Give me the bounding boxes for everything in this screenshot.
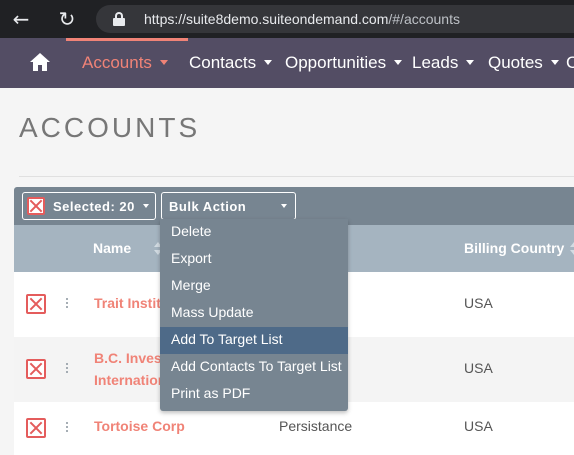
billing-country-cell: USA xyxy=(464,360,493,376)
account-name-link[interactable]: Trait Instit xyxy=(94,292,161,314)
column-header-billing-country[interactable]: Billing Country xyxy=(464,240,564,256)
reload-icon[interactable]: ↻ xyxy=(54,7,80,31)
lock-icon[interactable] xyxy=(113,12,125,26)
nav-contacts[interactable]: Contacts xyxy=(189,38,273,88)
row-checkbox[interactable] xyxy=(26,359,46,379)
menu-item-add-contacts-to-target-list[interactable]: Add Contacts To Target List xyxy=(160,354,348,381)
chevron-down-icon xyxy=(159,60,168,66)
account-name-link[interactable]: B.C. Invest Internation xyxy=(94,347,166,391)
deselect-checkbox-icon[interactable] xyxy=(27,197,45,215)
row-checkbox[interactable] xyxy=(26,418,46,438)
account-name-link[interactable]: Tortoise Corp xyxy=(94,415,185,437)
browser-toolbar: ← ↻ https://suite8demo.suiteondemand.com… xyxy=(0,0,574,38)
nav-opportunities[interactable]: Opportunities xyxy=(285,38,403,88)
chevron-down-icon xyxy=(394,60,403,66)
sort-icon[interactable] xyxy=(570,242,574,256)
selection-dropdown-button[interactable]: Selected: 20 xyxy=(22,192,156,220)
chevron-down-icon xyxy=(281,204,287,208)
nav-accounts[interactable]: Accounts xyxy=(66,38,188,88)
bulk-action-button[interactable]: Bulk Action xyxy=(161,192,296,220)
billing-country-cell: USA xyxy=(464,295,493,311)
bulk-action-label: Bulk Action xyxy=(169,199,247,214)
row-actions-kebab-icon[interactable] xyxy=(66,298,70,310)
chevron-down-icon xyxy=(264,60,273,66)
bulk-action-menu: Delete Export Merge Mass Update Add To T… xyxy=(160,219,348,411)
row-actions-kebab-icon[interactable] xyxy=(66,363,70,375)
menu-item-add-to-target-list[interactable]: Add To Target List xyxy=(160,327,348,354)
column-header-name[interactable]: Name xyxy=(93,240,131,256)
nav-leads[interactable]: Leads xyxy=(412,38,475,88)
menu-item-export[interactable]: Export xyxy=(160,246,348,273)
chevron-down-icon xyxy=(466,60,475,66)
row-checkbox[interactable] xyxy=(26,294,46,314)
back-arrow-icon[interactable]: ← xyxy=(8,7,34,31)
menu-item-merge[interactable]: Merge xyxy=(160,273,348,300)
divider xyxy=(19,176,574,177)
table-cell: Persistance xyxy=(279,418,353,434)
menu-item-mass-update[interactable]: Mass Update xyxy=(160,300,348,327)
chevron-down-icon xyxy=(143,204,149,208)
row-actions-kebab-icon[interactable] xyxy=(66,422,70,434)
nav-quotes[interactable]: Quotes xyxy=(488,38,559,88)
top-navigation: Accounts Contacts Opportunities Leads Qu… xyxy=(0,38,574,88)
address-bar[interactable]: https://suite8demo.suiteondemand.com/#/a… xyxy=(96,5,574,33)
url-text: https://suite8demo.suiteondemand.com/#/a… xyxy=(144,11,460,27)
account-name-line: Internation xyxy=(94,372,167,388)
billing-country-cell: USA xyxy=(464,418,493,434)
menu-item-delete[interactable]: Delete xyxy=(160,219,348,246)
menu-item-print-as-pdf[interactable]: Print as PDF xyxy=(160,381,348,408)
chevron-down-icon xyxy=(550,60,559,66)
page-title: ACCOUNTS xyxy=(19,112,201,143)
nav-partial-item[interactable]: C xyxy=(566,38,574,88)
selected-count-label: Selected: 20 xyxy=(53,199,135,214)
home-icon[interactable] xyxy=(30,53,50,71)
account-name-line: B.C. Invest xyxy=(94,350,167,366)
